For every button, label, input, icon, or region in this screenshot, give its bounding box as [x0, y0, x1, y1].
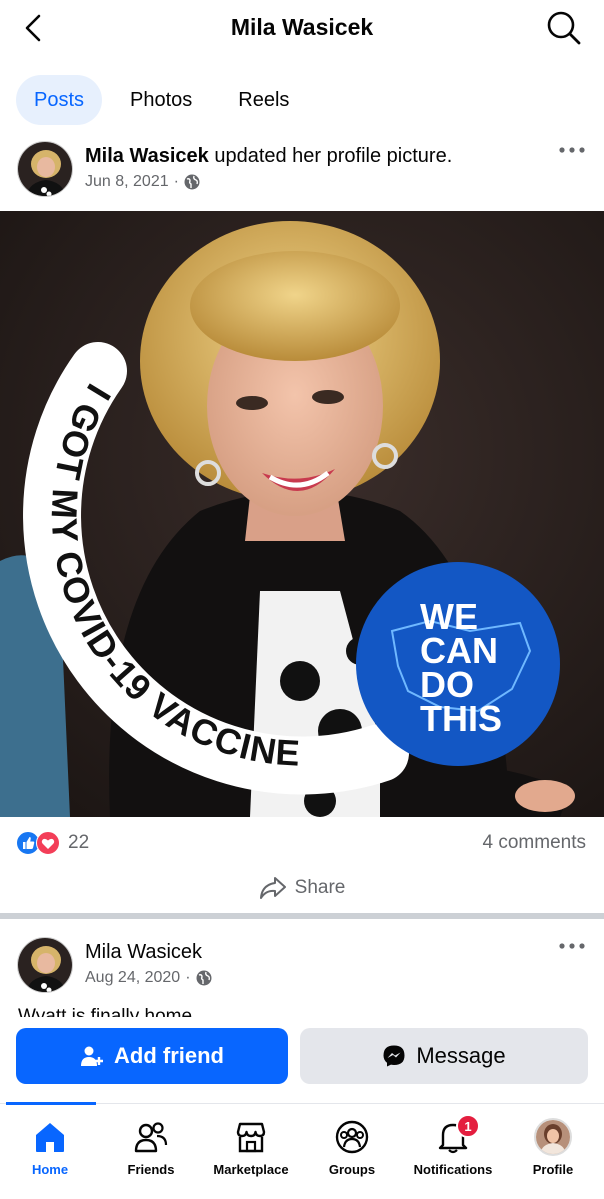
comments-count[interactable]: 4 comments	[483, 832, 586, 854]
notification-badge: 1	[456, 1114, 480, 1138]
reactions-summary[interactable]: 22	[16, 828, 89, 858]
search-icon[interactable]	[546, 10, 582, 46]
nav-marketplace-label: Marketplace	[213, 1162, 289, 1177]
nav-home[interactable]: Home	[0, 1120, 105, 1177]
home-icon	[36, 1123, 64, 1152]
post-author-line: Mila Wasicek	[85, 941, 202, 964]
active-tab-indicator	[6, 1102, 96, 1105]
groups-icon	[335, 1120, 369, 1154]
nav-friends[interactable]: Friends	[96, 1120, 206, 1177]
post-meta: Jun 8, 2021 ·	[85, 173, 200, 191]
more-options-icon[interactable]	[558, 939, 586, 953]
post-date[interactable]: Jun 8, 2021	[85, 173, 169, 191]
tab-photos[interactable]: Photos	[112, 75, 210, 125]
marketplace-icon	[236, 1122, 266, 1153]
share-label: Share	[294, 877, 346, 898]
bell-icon-wrapper: 1	[436, 1114, 480, 1154]
share-button[interactable]: Share	[0, 872, 604, 904]
post-photo[interactable]: I GOT MY COVID-19 VACCINE WE CAN DO THIS	[0, 211, 604, 817]
post-separator	[0, 913, 604, 919]
nav-marketplace[interactable]: Marketplace	[196, 1120, 306, 1177]
profile-avatar	[534, 1118, 572, 1156]
post-author-name[interactable]: Mila Wasicek	[85, 941, 202, 963]
nav-notifications-label: Notifications	[413, 1162, 493, 1177]
nav-profile-label: Profile	[532, 1162, 574, 1177]
add-person-icon	[81, 1046, 103, 1066]
friends-icon	[134, 1122, 168, 1153]
profile-actions: Add friend Message	[16, 1028, 588, 1084]
messenger-icon	[383, 1045, 405, 1067]
post-text: Wyatt is finally home	[18, 1006, 193, 1017]
avatar[interactable]	[17, 141, 73, 197]
post-author-name[interactable]: Mila Wasicek	[85, 145, 209, 167]
tab-reels[interactable]: Reels	[220, 75, 307, 125]
avatar[interactable]	[17, 937, 73, 993]
top-header: Mila Wasicek	[0, 0, 604, 56]
post-author-line: Mila Wasicek updated her profile picture…	[85, 145, 452, 168]
post-header-2: Mila Wasicek Aug 24, 2020 ·	[0, 937, 604, 1007]
profile-tabs: Posts Photos Reels	[16, 74, 317, 126]
meta-separator: ·	[173, 173, 179, 190]
add-friend-label: Add friend	[114, 1043, 224, 1068]
post-date[interactable]: Aug 24, 2020	[85, 969, 180, 987]
globe-icon	[196, 970, 212, 986]
nav-home-label: Home	[31, 1162, 69, 1177]
badge-text-this: THIS	[420, 698, 502, 739]
message-button[interactable]: Message	[300, 1028, 588, 1084]
message-label: Message	[416, 1043, 506, 1068]
nav-friends-label: Friends	[127, 1162, 175, 1177]
globe-icon	[184, 174, 200, 190]
post-meta: Aug 24, 2020 ·	[85, 969, 212, 987]
share-icon	[259, 877, 286, 899]
nav-groups-label: Groups	[328, 1162, 376, 1177]
reaction-count: 22	[68, 832, 90, 853]
add-friend-button[interactable]: Add friend	[16, 1028, 288, 1084]
bottom-navigation: Home Friends Marketplace Groups 1 Notifi…	[0, 1102, 604, 1199]
nav-groups[interactable]: Groups	[297, 1120, 407, 1177]
more-options-icon[interactable]	[558, 143, 586, 157]
nav-profile[interactable]: Profile	[498, 1118, 604, 1177]
post-action-text: updated her profile picture.	[208, 145, 453, 167]
page-title: Mila Wasicek	[230, 14, 374, 40]
tab-posts[interactable]: Posts	[16, 75, 103, 125]
meta-separator: ·	[185, 969, 191, 986]
post-header: Mila Wasicek updated her profile picture…	[0, 141, 604, 211]
love-reaction-icon	[36, 831, 60, 855]
nav-notifications[interactable]: 1 Notifications	[398, 1114, 508, 1177]
